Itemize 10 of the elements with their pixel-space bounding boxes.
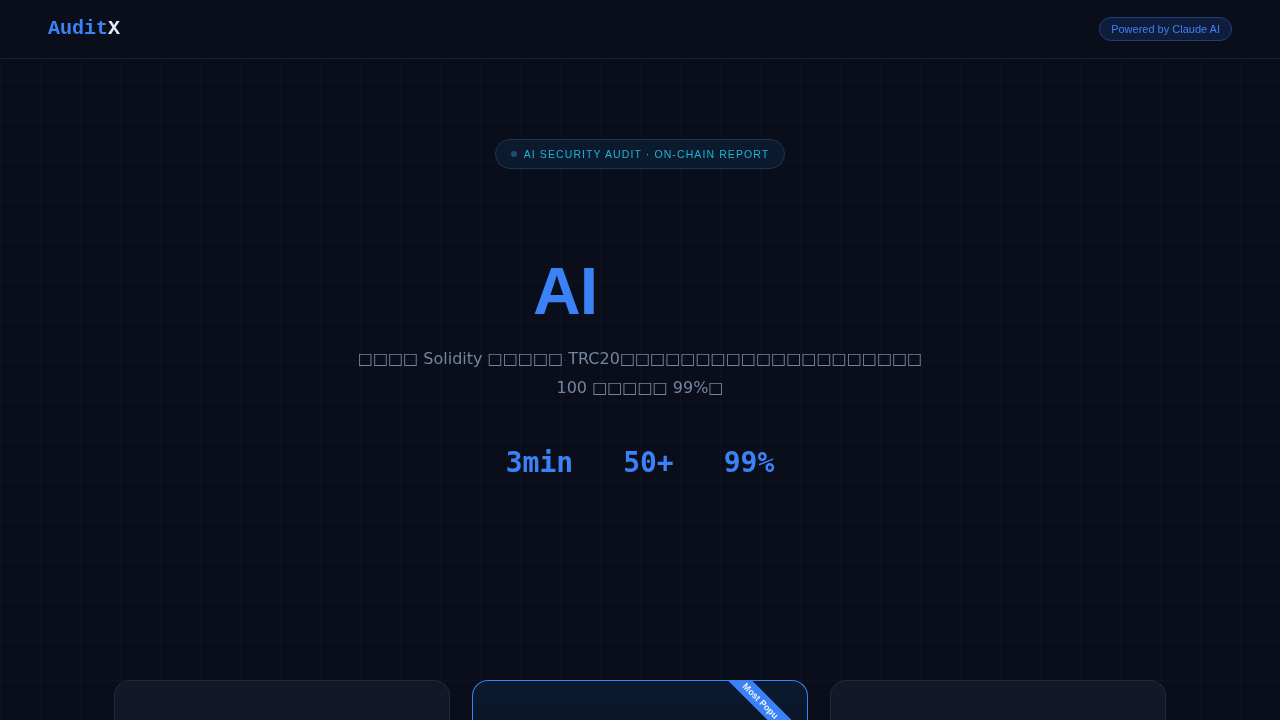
stat-value: 50+ <box>623 446 674 480</box>
tag-text: AI SECURITY AUDIT · ON-CHAIN REPORT <box>523 148 770 160</box>
stat-value: 99% <box>723 446 775 480</box>
stat-value: 3min <box>505 446 574 480</box>
hero-title: AI <box>533 255 597 327</box>
hero-subtitle: □□□□ Solidity □□□□□ TRC20□□□□□□□□□□□□□□□□□□□□ 100 □□□□□ 99%□ <box>357 348 923 399</box>
popular-ribbon: Most Popu <box>728 681 792 720</box>
logo: AuditX <box>48 17 121 41</box>
dot-icon <box>510 151 517 157</box>
powered-by-badge: Powered by Claude AI <box>1099 17 1232 41</box>
